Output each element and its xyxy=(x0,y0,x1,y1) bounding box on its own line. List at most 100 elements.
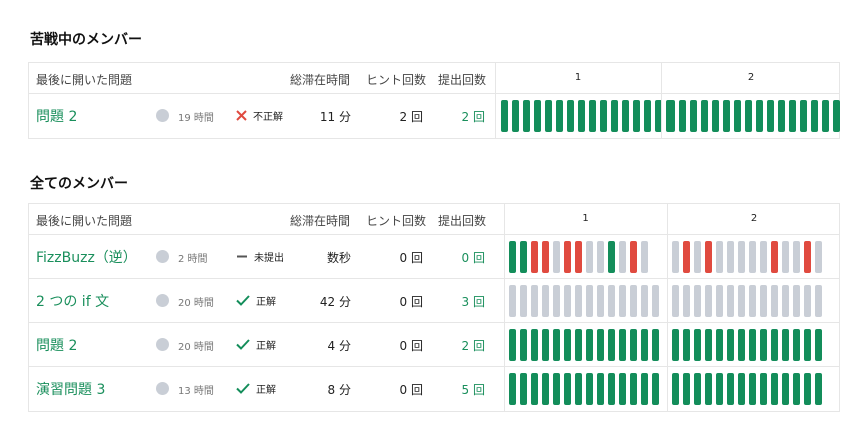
table-row[interactable]: FizzBuzz（逆） 2 時間 未提出 数秒 0 回 0 回 xyxy=(29,235,839,279)
problem-link[interactable]: 問題 2 xyxy=(36,106,77,126)
progress-bar-correct xyxy=(622,100,629,132)
member-avatar xyxy=(156,382,169,395)
progress-bar-correct xyxy=(545,100,552,132)
progress-bar-correct xyxy=(608,329,615,361)
progress-bar-empty xyxy=(760,241,767,273)
progress-bar-correct xyxy=(727,373,734,405)
check-icon xyxy=(236,383,250,394)
progress-bar-empty xyxy=(641,285,648,317)
progress-bar-empty xyxy=(531,285,538,317)
progress-bar-correct xyxy=(611,100,618,132)
table-row[interactable]: 問題 2 20 時間 正解 4 分 0 回 2 回 xyxy=(29,323,839,367)
progress-bar-correct xyxy=(760,329,767,361)
progress-bar-correct xyxy=(756,100,763,132)
problem-link[interactable]: FizzBuzz（逆） xyxy=(36,247,137,267)
progress-bar-empty xyxy=(542,285,549,317)
progress-bar-correct xyxy=(520,241,527,273)
problem-1-progress xyxy=(509,329,659,361)
progress-bar-correct xyxy=(705,329,712,361)
hint-count: 0 回 xyxy=(399,339,423,353)
progress-bar-correct xyxy=(641,329,648,361)
problem-2-progress xyxy=(672,241,822,273)
submission-status: 未提出 xyxy=(236,249,284,264)
progress-bar-correct xyxy=(608,373,615,405)
progress-bar-empty xyxy=(652,285,659,317)
status-label: 正解 xyxy=(256,341,276,352)
col-problem-1: 1 xyxy=(574,72,582,83)
col-submissions: 提出回数 xyxy=(438,214,487,228)
progress-bar-empty xyxy=(716,241,723,273)
member-avatar xyxy=(156,250,169,263)
progress-bar-empty xyxy=(749,285,756,317)
col-total-time: 総滞在時間 xyxy=(290,214,351,228)
progress-bar-correct xyxy=(793,329,800,361)
col-submissions: 提出回数 xyxy=(438,73,487,87)
progress-bar-correct xyxy=(652,373,659,405)
progress-bar-empty xyxy=(683,285,690,317)
submission-status: 不正解 xyxy=(236,108,283,123)
elapsed-time: 2 時間 xyxy=(178,254,208,265)
submission-count[interactable]: 3 回 xyxy=(462,293,485,310)
progress-bar-empty xyxy=(705,285,712,317)
progress-bar-correct xyxy=(668,100,675,132)
table-header: 最後に開いた問題 総滞在時間 ヒント回数 提出回数 1 2 xyxy=(29,63,839,94)
col-hints: ヒント回数 xyxy=(366,73,427,87)
dash-icon xyxy=(236,251,248,262)
progress-bar-empty xyxy=(608,285,615,317)
member-avatar xyxy=(156,338,169,351)
progress-bar-correct xyxy=(597,373,604,405)
elapsed-time: 20 時間 xyxy=(178,298,214,309)
progress-bar-correct xyxy=(793,373,800,405)
elapsed-time: 19 時間 xyxy=(178,113,214,124)
progress-bar-correct xyxy=(575,373,582,405)
progress-bar-empty xyxy=(630,285,637,317)
table-row[interactable]: 問題 2 19 時間 不正解 11 分 2 回 2 回 xyxy=(29,94,840,138)
col-total-time: 総滞在時間 xyxy=(290,73,351,87)
progress-bar-empty xyxy=(716,285,723,317)
progress-bar-correct xyxy=(694,373,701,405)
progress-bar-empty xyxy=(694,285,701,317)
table-row[interactable]: 2 つの if 文 20 時間 正解 42 分 0 回 3 回 xyxy=(29,279,839,323)
progress-bar-empty xyxy=(727,241,734,273)
progress-bar-correct xyxy=(672,329,679,361)
progress-bar-correct xyxy=(782,373,789,405)
progress-bar-wrong xyxy=(564,241,571,273)
progress-bar-correct xyxy=(694,329,701,361)
progress-bar-correct xyxy=(509,241,516,273)
progress-bar-correct xyxy=(600,100,607,132)
progress-bar-empty xyxy=(738,285,745,317)
progress-bar-empty xyxy=(815,285,822,317)
progress-bar-correct xyxy=(553,329,560,361)
submission-count[interactable]: 0 回 xyxy=(462,249,485,266)
submission-count[interactable]: 2 回 xyxy=(462,108,485,125)
submission-count[interactable]: 2 回 xyxy=(462,337,485,354)
progress-bar-correct xyxy=(679,100,686,132)
progress-bar-correct xyxy=(789,100,796,132)
problem-link[interactable]: 演習問題 3 xyxy=(36,379,105,399)
status-label: 未提出 xyxy=(254,253,284,264)
progress-bar-wrong xyxy=(531,241,538,273)
progress-bar-wrong xyxy=(542,241,549,273)
submission-status: 正解 xyxy=(236,381,276,396)
progress-bar-correct xyxy=(716,329,723,361)
progress-bar-empty xyxy=(771,285,778,317)
progress-bar-correct xyxy=(534,100,541,132)
progress-bar-correct xyxy=(509,373,516,405)
problem-link[interactable]: 2 つの if 文 xyxy=(36,291,109,311)
progress-bar-empty xyxy=(619,285,626,317)
member-avatar xyxy=(156,294,169,307)
problem-link[interactable]: 問題 2 xyxy=(36,335,77,355)
progress-bar-correct xyxy=(833,100,840,132)
problem-1-progress xyxy=(509,241,648,273)
progress-bar-correct xyxy=(567,100,574,132)
progress-bar-correct xyxy=(509,329,516,361)
progress-bar-wrong xyxy=(771,241,778,273)
problem-2-progress xyxy=(672,373,822,405)
progress-bar-empty xyxy=(782,285,789,317)
table-row[interactable]: 演習問題 3 13 時間 正解 8 分 0 回 5 回 xyxy=(29,367,839,411)
progress-bar-correct xyxy=(575,329,582,361)
progress-bar-correct xyxy=(723,100,730,132)
submission-count[interactable]: 5 回 xyxy=(462,381,485,398)
progress-bar-wrong xyxy=(804,241,811,273)
struggling-section-title: 苦戦中のメンバー xyxy=(30,32,142,48)
